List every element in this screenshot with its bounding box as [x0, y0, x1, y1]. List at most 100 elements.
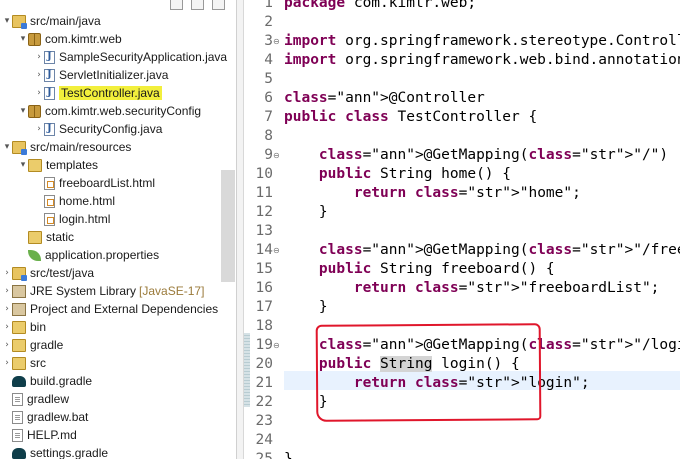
code-line[interactable]: class="ann">@Controller — [284, 89, 485, 108]
collapsed-arrow-icon[interactable]: › — [2, 268, 12, 278]
tree-item-label: gradlew.bat — [27, 410, 89, 424]
collapsed-arrow-icon[interactable]: › — [2, 340, 12, 350]
code-line[interactable]: } — [284, 450, 293, 459]
line-number: 15 — [255, 261, 273, 277]
expanded-arrow-icon[interactable]: ▾ — [2, 142, 12, 152]
explorer-scrollbar-thumb[interactable] — [221, 170, 235, 282]
code-line[interactable]: return class="str">"home"; — [284, 184, 581, 203]
html-file-icon — [44, 194, 55, 208]
folder-icon — [12, 338, 26, 352]
tree-item[interactable]: build.gradle — [0, 372, 92, 390]
line-number: 12 — [255, 204, 273, 220]
fold-toggle-icon[interactable]: ⊖ — [273, 146, 280, 165]
java-file-icon — [44, 122, 55, 136]
tree-item-label: build.gradle — [30, 374, 93, 388]
line-number: 1 — [264, 0, 273, 11]
source-folder-icon — [12, 140, 27, 155]
package-icon — [28, 104, 41, 118]
line-number: 11 — [255, 185, 273, 201]
code-line[interactable]: return class="str">"freeboardList"; — [284, 279, 660, 298]
view-divider[interactable] — [236, 0, 244, 459]
tree-item[interactable]: login.html — [0, 210, 110, 228]
line-number: 6 — [264, 90, 273, 106]
tree-item-label: gradle — [30, 338, 64, 352]
collapsed-arrow-icon[interactable]: › — [34, 88, 44, 98]
tree-item[interactable]: gradlew.bat — [0, 408, 88, 426]
collapsed-arrow-icon[interactable]: › — [2, 304, 12, 314]
expanded-arrow-icon[interactable]: ▾ — [18, 160, 28, 170]
code-line[interactable]: import org.springframework.stereotype.Co… — [284, 32, 680, 51]
expanded-arrow-icon[interactable]: ▾ — [18, 34, 28, 44]
fold-toggle-icon[interactable]: ⊖ — [273, 336, 280, 355]
code-line[interactable]: class="ann">@GetMapping(class="str">"/fr… — [284, 241, 680, 260]
tree-item-label: home.html — [59, 194, 116, 208]
tree-item-label: freeboardList.html — [59, 176, 156, 190]
code-line[interactable]: import org.springframework.web.bind.anno… — [284, 51, 680, 70]
html-file-icon — [44, 212, 55, 226]
folder-icon — [12, 320, 26, 334]
code-line[interactable]: } — [284, 203, 328, 222]
line-number: 24 — [255, 432, 273, 448]
tree-item-label: src/main/java — [30, 14, 101, 28]
project-explorer: ▾src/main/java▾com.kimtr.web›SampleSecur… — [0, 0, 236, 459]
code-line[interactable]: package com.kimtr.web; — [284, 0, 476, 13]
tree-item[interactable]: home.html — [0, 192, 115, 210]
tree-item[interactable]: › bin — [0, 318, 46, 336]
tree-item[interactable]: › ServletInitializer.java — [0, 66, 168, 84]
collapsed-arrow-icon[interactable]: › — [2, 358, 12, 368]
tree-item-label: src/test/java — [30, 266, 95, 280]
tree-item[interactable]: HELP.md — [0, 426, 77, 444]
tree-item[interactable]: ▾ com.kimtr.web.securityConfig — [0, 102, 201, 120]
expanded-arrow-icon[interactable]: ▾ — [18, 106, 28, 116]
tree-item-label: gradlew — [27, 392, 70, 406]
red-annotation-box — [315, 323, 542, 422]
line-number: 14 — [255, 242, 273, 258]
markdown-file-icon — [12, 428, 23, 442]
collapsed-arrow-icon[interactable]: › — [34, 52, 44, 62]
collapsed-arrow-icon[interactable]: › — [2, 286, 12, 296]
tree-item[interactable]: › TestController.java — [0, 84, 162, 102]
tree-item[interactable]: ▾ com.kimtr.web — [0, 30, 122, 48]
tree-item[interactable]: › SecurityConfig.java — [0, 120, 162, 138]
collapsed-arrow-icon[interactable]: › — [2, 322, 12, 332]
tree-item[interactable]: › src/test/java — [0, 264, 94, 282]
tree-item-label: ServletInitializer.java — [59, 68, 169, 82]
source-folder-icon — [12, 266, 27, 281]
tree-item[interactable]: › SampleSecurityApplication.java — [0, 48, 227, 66]
tree-item-label: com.kimtr.web.securityConfig — [45, 104, 202, 118]
file-icon — [12, 392, 23, 406]
tree-item[interactable]: › src — [0, 354, 46, 372]
tree-item[interactable]: gradlew — [0, 390, 69, 408]
tree-item[interactable]: ▾ src/main/resources — [0, 138, 131, 156]
collapsed-arrow-icon[interactable]: › — [34, 70, 44, 80]
tree-item[interactable]: settings.gradle — [0, 444, 108, 459]
view-menu-icon[interactable] — [212, 0, 225, 10]
code-line[interactable]: } — [284, 298, 328, 317]
collapse-all-icon[interactable] — [170, 0, 183, 10]
folder-icon — [28, 158, 42, 172]
tree-item[interactable]: application.properties — [0, 246, 159, 264]
line-number: 3 — [264, 33, 273, 49]
line-number: 2 — [264, 14, 273, 30]
collapsed-arrow-icon[interactable]: › — [34, 124, 44, 134]
tree-item[interactable]: › Project and External Dependencies — [0, 300, 218, 318]
code-line[interactable]: public class TestController { — [284, 108, 537, 127]
link-with-editor-icon[interactable] — [191, 0, 204, 10]
folder-icon — [28, 230, 42, 244]
tree-item[interactable]: › gradle — [0, 336, 63, 354]
tree-item[interactable]: ▾ src/main/java — [0, 12, 101, 30]
tree-item[interactable]: freeboardList.html — [0, 174, 155, 192]
expanded-arrow-icon[interactable]: ▾ — [2, 16, 12, 26]
tree-item-label: JRE System Library — [30, 284, 137, 298]
code-line[interactable]: class="ann">@GetMapping(class="str">"/") — [284, 146, 668, 165]
code-line[interactable]: public String freeboard() { — [284, 260, 555, 279]
gradle-elephant-icon — [12, 375, 26, 387]
tree-item-label: TestController.java — [59, 86, 162, 100]
fold-toggle-icon[interactable]: ⊖ — [273, 241, 280, 260]
tree-item[interactable]: static — [0, 228, 74, 246]
tree-item[interactable]: › JRE System Library [JavaSE-17] — [0, 282, 204, 300]
code-line[interactable]: public String home() { — [284, 165, 511, 184]
tree-item[interactable]: ▾ templates — [0, 156, 98, 174]
fold-toggle-icon[interactable]: ⊖ — [273, 32, 280, 51]
line-number: 8 — [264, 128, 273, 144]
